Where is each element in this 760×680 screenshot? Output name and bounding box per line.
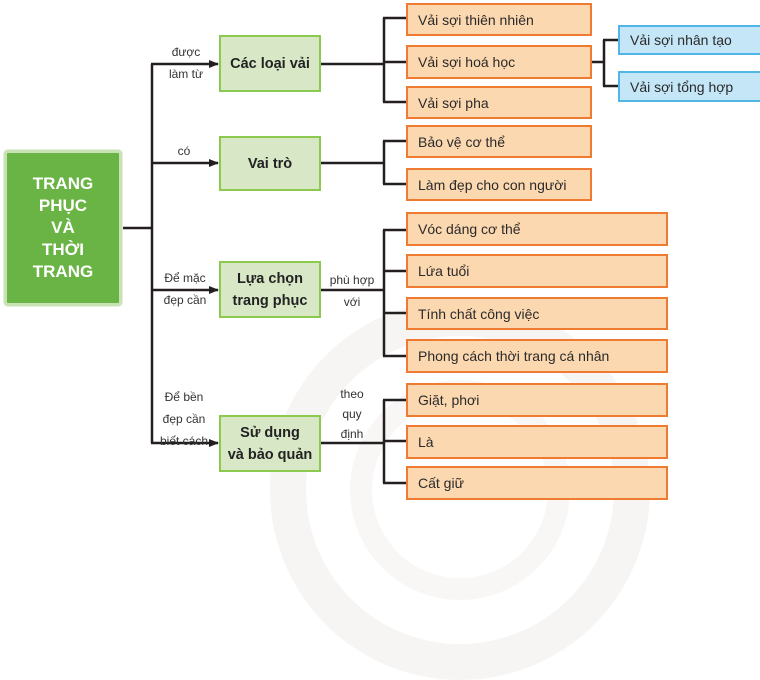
category-cac-loai-vai: Các loại vải — [219, 35, 321, 92]
leaf-voc-dang-co-the: Vóc dáng cơ thể — [406, 212, 668, 246]
category-lua-chon-trang-phuc: Lựa chọn trang phục — [219, 261, 321, 318]
edge-label-co: có — [177, 144, 191, 158]
leaf-lua-tuoi: Lứa tuổi — [406, 254, 668, 288]
relation-label-theo-quy-dinh: theo quy định — [340, 387, 364, 441]
leaf-phong-cach-thoi-trang: Phong cách thời trang cá nhân — [406, 339, 668, 373]
edge-label-duoc-lam-tu: được làm từ — [168, 45, 204, 81]
edge-label-de-ben: Để bền đẹp cần biết cách — [159, 390, 209, 448]
edge-label-de-mac: Để mặc đẹp cần — [163, 271, 207, 307]
leaf-vai-soi-hoa-hoc: Vải sợi hoá học — [406, 45, 592, 79]
sub-leaf-vai-soi-tong-hop: Vải sợi tổng hợp — [618, 71, 760, 102]
sub-leaf-vai-soi-nhan-tao: Vải sợi nhân tạo — [618, 25, 760, 55]
leaf-tinh-chat-cong-viec: Tính chất công việc — [406, 297, 668, 330]
category-su-dung-bao-quan: Sử dụng và bảo quản — [219, 415, 321, 472]
leaf-vai-soi-thien-nhien: Vải sợi thiên nhiên — [406, 3, 592, 36]
leaf-lam-dep-cho-con-nguoi: Làm đẹp cho con người — [406, 168, 592, 201]
root-node: TRANG PHỤC VÀ THỜI TRANG — [4, 150, 122, 306]
leaf-vai-soi-pha: Vải sợi pha — [406, 86, 592, 119]
leaf-giat-phoi: Giặt, phơi — [406, 383, 668, 417]
leaf-cat-giu: Cất giữ — [406, 466, 668, 500]
leaf-la: Là — [406, 425, 668, 459]
leaf-bao-ve-co-the: Bảo vệ cơ thể — [406, 125, 592, 158]
category-vai-tro: Vai trò — [219, 136, 321, 191]
relation-label-phu-hop-voi: phù hợp với — [329, 273, 375, 309]
